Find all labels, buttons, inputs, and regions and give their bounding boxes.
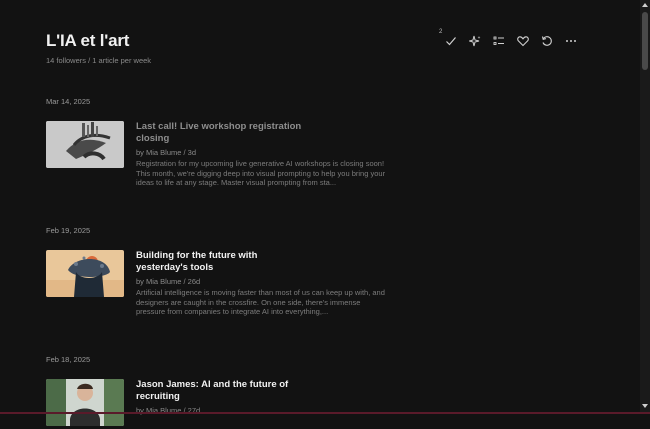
summarize-button[interactable] [463,33,487,49]
article-item[interactable]: Last call! Live workshop registration cl… [46,121,466,187]
scroll-up-arrow-icon[interactable] [642,3,648,7]
feed-toolbar: 2 [439,29,583,49]
article-item[interactable]: Jason James: AI and the future of recrui… [46,379,466,429]
check-icon [446,37,456,46]
article-thumbnail [46,250,124,297]
refresh-icon [541,36,552,46]
article-title: Jason James: AI and the future of recrui… [136,379,289,402]
date-group-header: Feb 18, 2025 [46,355,91,364]
date-group-header: Feb 19, 2025 [46,226,91,235]
article-meta: by Mia Blume / 3d [136,148,197,157]
date-group-header: Mar 14, 2025 [46,97,91,106]
feed-subtitle: 14 followers / 1 article per week [46,56,152,65]
unread-count-badge: 2 [439,29,443,35]
favorite-button[interactable] [511,33,535,49]
list-view-button[interactable] [487,33,511,49]
heart-icon [517,36,529,47]
refresh-button[interactable] [535,33,559,49]
scrollbar-thumb[interactable] [642,12,648,70]
article-title: Last call! Live workshop registration cl… [136,121,302,144]
article-title: Building for the future with yesterday's… [136,250,258,273]
article-thumbnail [46,121,124,168]
sparkle-icon [469,35,481,47]
more-options-button[interactable] [559,33,583,49]
list-icon [493,36,504,45]
article-excerpt: Registration for my upcoming live genera… [136,159,386,188]
vertical-scrollbar[interactable] [640,0,650,414]
scroll-down-arrow-icon[interactable] [642,404,648,408]
article-thumbnail [46,379,124,426]
mark-read-button[interactable]: 2 [439,29,463,49]
article-excerpt: Artificial intelligence is moving faster… [136,288,385,317]
article-meta: by Mia Blume / 26d [136,277,201,286]
more-icon [566,40,576,42]
feed-title: L'IA et l'art [46,31,130,50]
article-item[interactable]: Building for the future with yesterday's… [46,250,466,316]
